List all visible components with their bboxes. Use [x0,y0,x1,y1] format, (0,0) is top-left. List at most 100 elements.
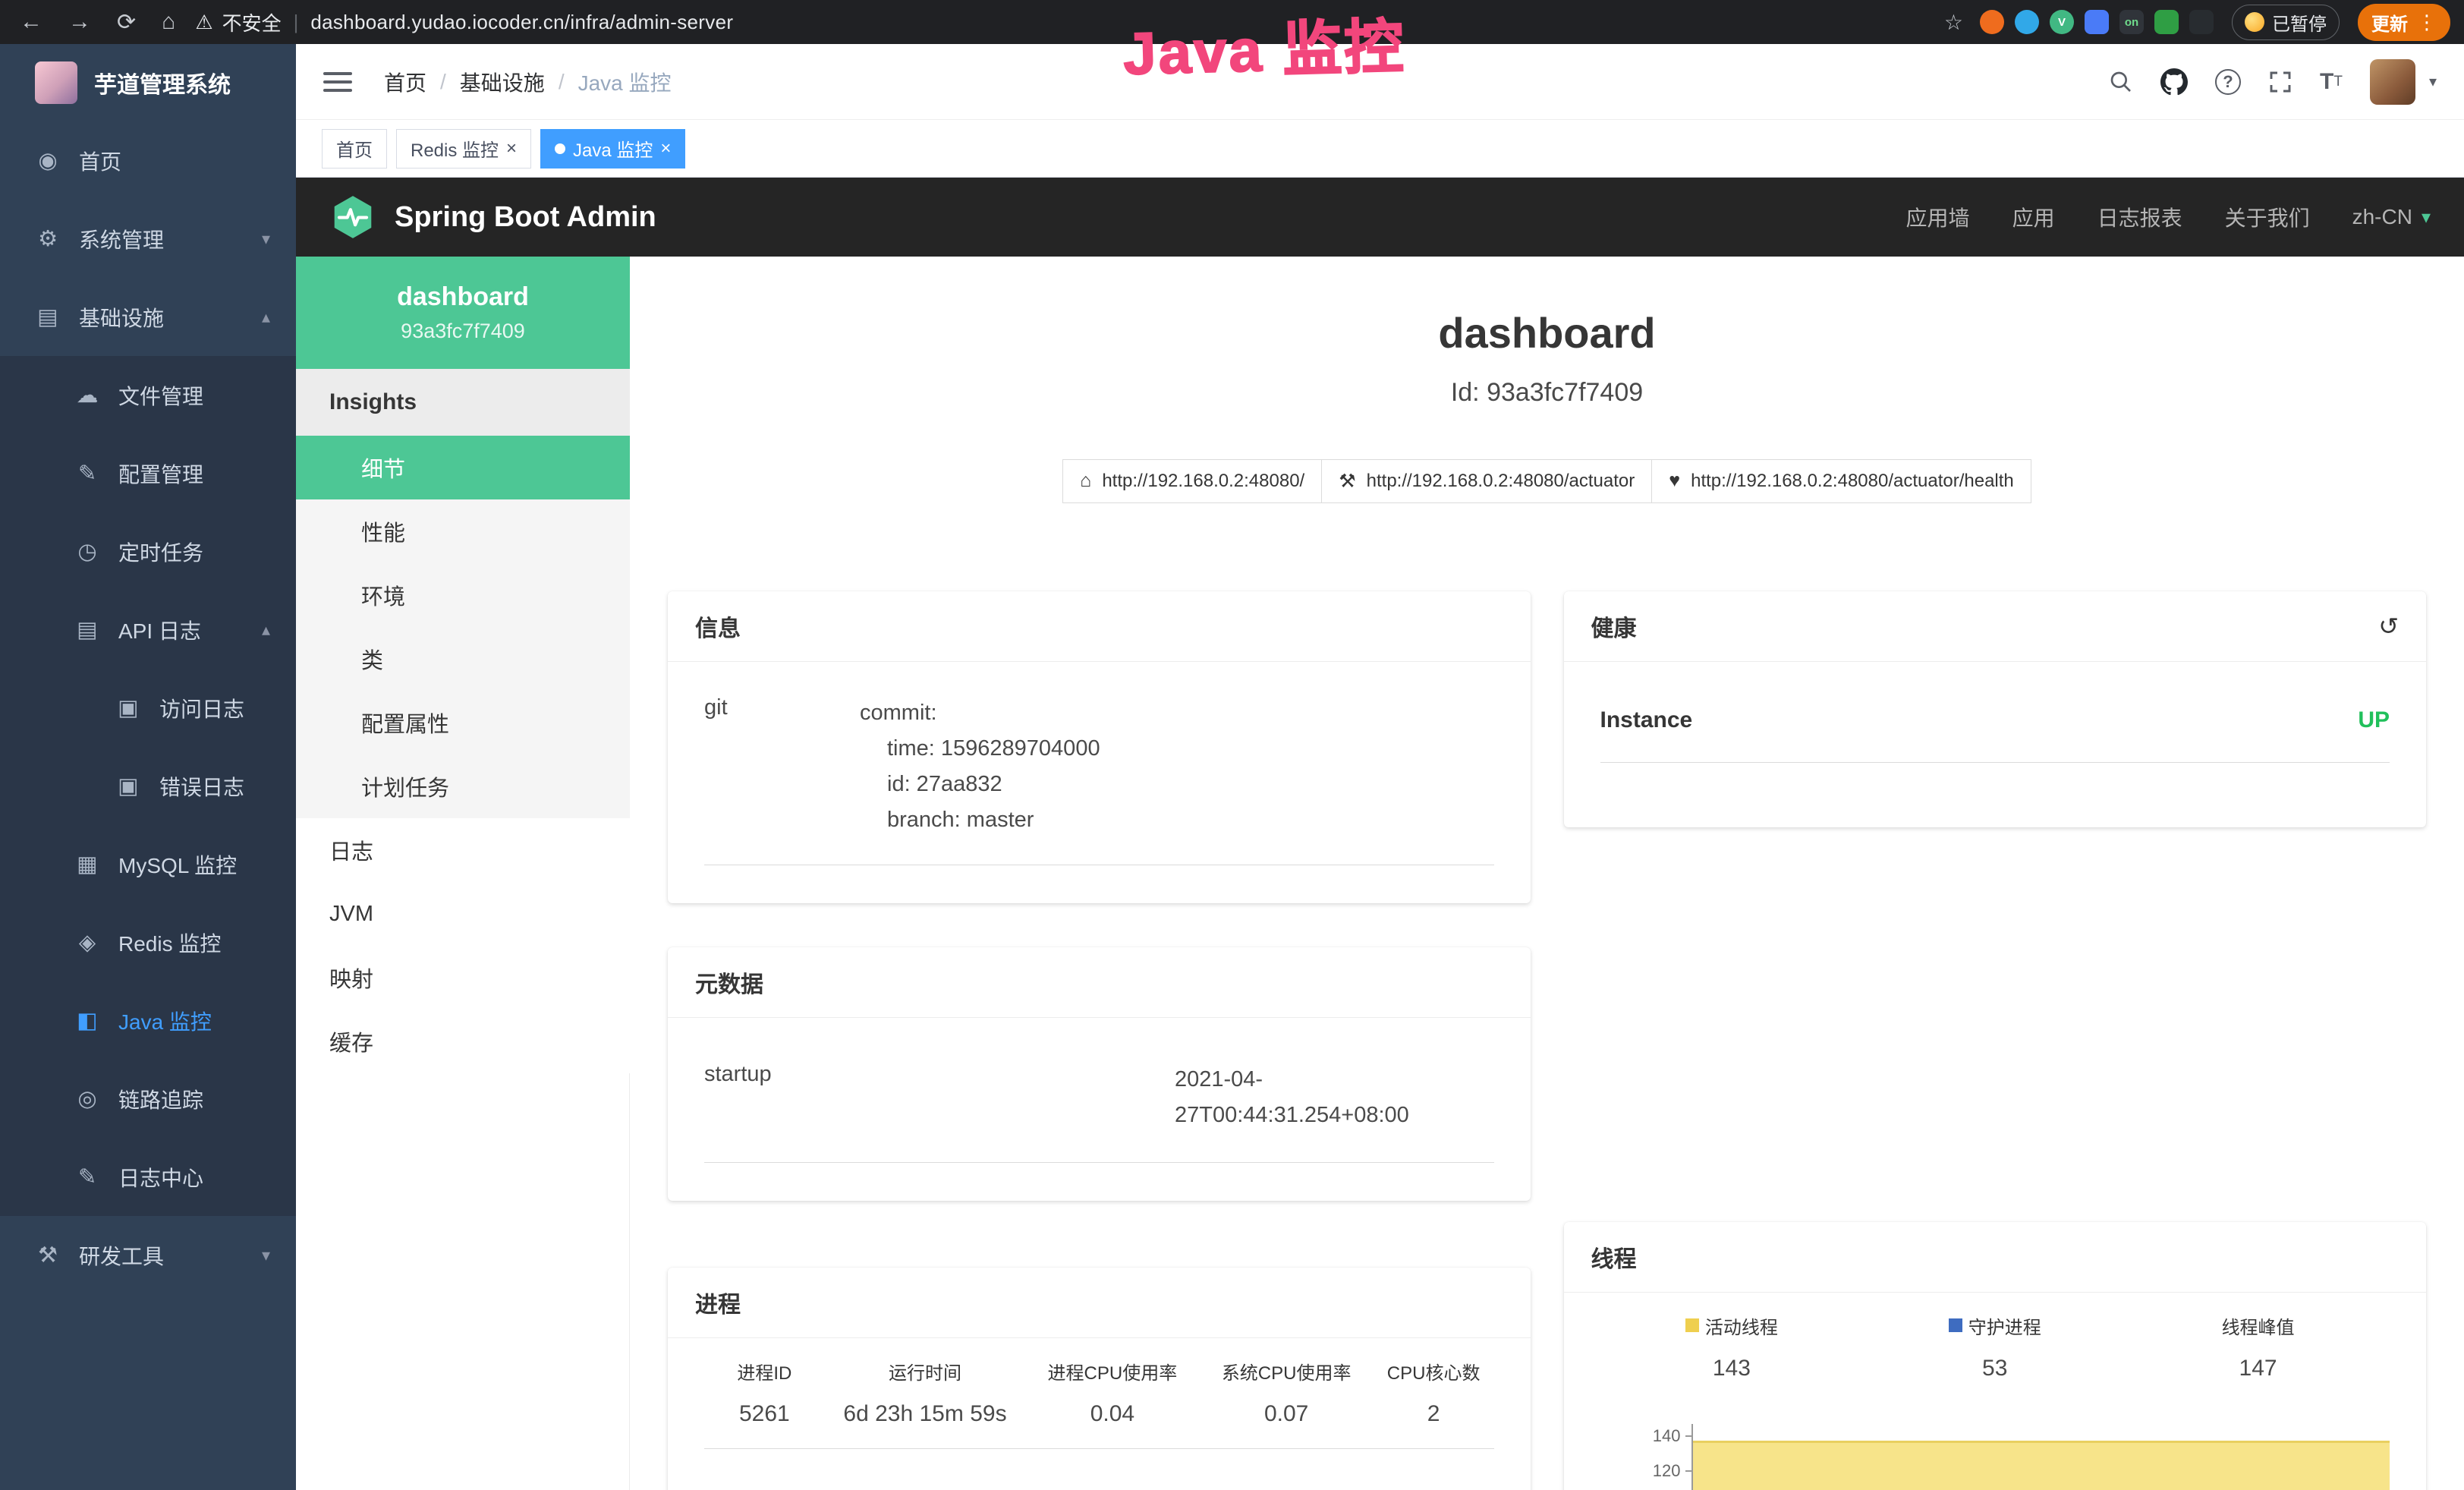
info-card-title: 信息 [695,610,741,643]
sba-navbar: Spring Boot Admin 应用墙 应用 日志报表 关于我们 zh-CN ▾ [296,178,2464,257]
health-card-header: 健康 ↺ [1564,591,2427,662]
leaf-extension-icon[interactable] [2154,10,2179,34]
sidebar-item-dev-tools[interactable]: ⚒研发工具▾ [0,1216,296,1294]
drop-extension-icon[interactable] [2015,10,2039,34]
font-size-icon[interactable]: TT [2320,69,2343,95]
search-icon[interactable] [2109,70,2133,94]
database-icon: ◈ [71,929,103,956]
home-icon[interactable]: ⌂ [162,9,175,35]
warning-icon: ⚠ [195,11,212,34]
tab-redis-monitor[interactable]: Redis 监控× [396,129,531,169]
instance-id: 93a3fc7f7409 [401,320,525,343]
sba-menu-config-props[interactable]: 配置属性 [296,691,630,754]
threads-card-body: 活动线程143守护进程53线程峰值147 140120100 [1564,1293,2427,1490]
update-label: 更新 [2371,9,2408,36]
address-bar-url[interactable]: dashboard.yudao.iocoder.cn/infra/admin-s… [310,11,733,34]
history-icon[interactable]: ↺ [2378,612,2399,641]
sba-nav-wallboard[interactable]: 应用墙 [1906,202,1970,232]
paused-chip[interactable]: 已暂停 [2232,5,2340,40]
sba-menu-environment[interactable]: 环境 [296,563,630,627]
chrome-update-button[interactable]: 更新 ⋮ [2358,4,2450,41]
doc-edit-icon: ▣ [112,695,144,721]
process-table-headers: 进程ID运行时间进程CPU使用率系统CPU使用率CPU核心数 [704,1358,1494,1384]
endpoint-link[interactable]: ⌂http://192.168.0.2:48080/ [1062,459,1322,503]
health-row-instance[interactable]: Instance UP [1600,680,2390,763]
sba-menu-logfile[interactable]: 日志 [296,818,630,882]
timer-icon: ◷ [71,538,103,565]
browser-toolbar-right: ☆ Von 已暂停 更新 ⋮ [1944,4,2464,41]
sidebar-item-file-management[interactable]: ☁文件管理 [0,356,296,434]
sidebar-item-api-logs[interactable]: ▤API 日志▴ [0,591,296,669]
sidebar-item-scheduled-tasks[interactable]: ◷定时任务 [0,512,296,591]
breadcrumb-home[interactable]: 首页 [384,67,426,97]
sidebar-item-redis-monitor[interactable]: ◈Redis 监控 [0,903,296,981]
sba-section-insights[interactable]: Insights [296,369,630,436]
app-logo-image [35,61,77,104]
extensions-puzzle-icon[interactable] [2189,10,2214,34]
close-icon[interactable]: × [660,140,671,158]
security-label: 不安全 [222,8,282,36]
sidebar-item-tracing[interactable]: ◎链路追踪 [0,1060,296,1138]
sidebar-item-mysql-monitor[interactable]: ▦MySQL 监控 [0,825,296,903]
sba-instance-header[interactable]: dashboard 93a3fc7f7409 [296,257,630,369]
actuator-endpoint-icon: ⚒ [1339,470,1355,493]
dashboard-icon: ◉ [32,147,64,174]
sidebar-item-infrastructure[interactable]: ▤基础设施▴ [0,278,296,356]
sba-menu-jvm[interactable]: JVM [296,882,630,946]
sidebar-item-access-logs[interactable]: ▣访问日志 [0,669,296,747]
fullscreen-icon[interactable] [2268,70,2292,94]
github-icon[interactable] [2160,68,2188,96]
sba-menu-mappings[interactable]: 映射 [296,946,630,1010]
sba-menu-metrics[interactable]: 性能 [296,499,630,563]
sba-nav-about[interactable]: 关于我们 [2225,202,2310,232]
sidebar-item-log-center[interactable]: ✎日志中心 [0,1138,296,1216]
grid-extension-icon[interactable] [2085,10,2109,34]
back-icon[interactable]: ← [20,9,42,35]
close-icon[interactable]: × [506,140,517,158]
sidebar-item-java-monitor[interactable]: ◧Java 监控 [0,981,296,1060]
tab-home[interactable]: 首页 [322,129,387,169]
eye-icon: ◎ [71,1085,103,1112]
sidebar-item-config-management[interactable]: ✎配置管理 [0,434,296,512]
user-avatar[interactable] [2370,59,2415,105]
sidebar-item-system-management[interactable]: ⚙系统管理▾ [0,200,296,278]
sba-menu-scheduled[interactable]: 计划任务 [296,754,630,818]
fox-extension-icon[interactable] [1980,10,2004,34]
sba-menu-details[interactable]: 细节 [296,436,630,499]
sba-menu-caches[interactable]: 缓存 [296,1010,630,1073]
kebab-menu-icon[interactable]: ⋮ [2417,11,2437,34]
endpoint-link[interactable]: ⚒http://192.168.0.2:48080/actuator [1322,459,1652,503]
metadata-row-label: startup [704,1062,1175,1133]
refresh-icon[interactable]: ⟳ [117,9,136,36]
threads-card-header: 线程 [1564,1222,2427,1293]
threads-legend-item: 活动线程143 [1600,1312,1864,1381]
vue-devtools-extension-icon[interactable]: V [2050,10,2074,34]
hamburger-icon[interactable] [323,72,352,92]
sidebar-item-error-logs[interactable]: ▣错误日志 [0,747,296,825]
breadcrumb-separator: / [559,70,565,94]
forward-icon[interactable]: → [68,9,91,35]
threads-chart-area [1693,1441,2390,1490]
locale-selector[interactable]: zh-CN ▾ [2352,205,2431,229]
breadcrumb: 首页/基础设施/Java 监控 [384,67,672,97]
sba-brand-title[interactable]: Spring Boot Admin [395,201,656,234]
sba-nav-journal[interactable]: 日志报表 [2097,202,2182,232]
spring-boot-admin-logo-icon[interactable] [329,194,376,241]
sba-nav-applications[interactable]: 应用 [2012,202,2055,232]
process-col-header: CPU核心数 [1374,1358,1494,1384]
tab-java-monitor[interactable]: Java 监控× [540,129,685,169]
table-icon: ▦ [71,851,103,877]
breadcrumb-infrastructure[interactable]: 基础设施 [460,67,545,97]
y-tick-label: 140 [1653,1426,1681,1446]
help-icon[interactable]: ? [2215,69,2241,95]
app-logo-row[interactable]: 芋道管理系统 [0,44,296,121]
endpoint-link[interactable]: ♥http://192.168.0.2:48080/actuator/healt… [1652,459,2031,503]
switch-on-extension-icon[interactable]: on [2119,10,2144,34]
metadata-card: 元数据 startup 2021-04-27T00:44:31.254+08:0… [668,947,1531,1201]
avatar-caret-icon[interactable]: ▾ [2429,72,2437,91]
bookmark-star-icon[interactable]: ☆ [1944,10,1963,35]
site-security-chip[interactable]: ⚠ 不安全 [195,8,281,36]
metadata-card-title: 元数据 [695,966,763,999]
sba-menu-classes[interactable]: 类 [296,627,630,691]
sidebar-item-home[interactable]: ◉首页 [0,121,296,200]
